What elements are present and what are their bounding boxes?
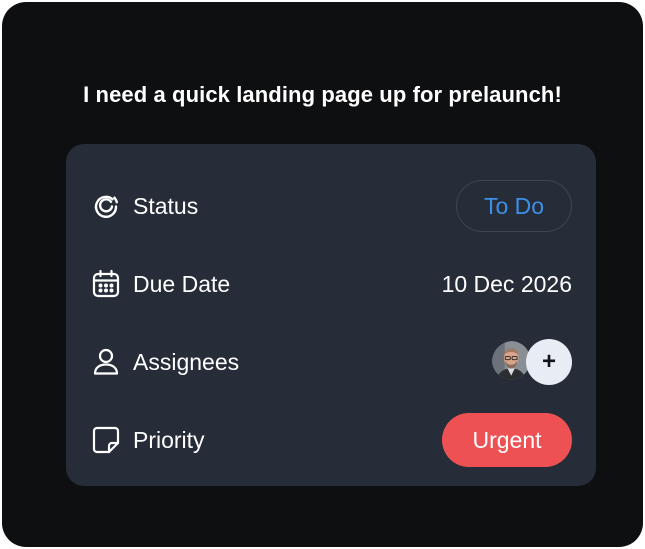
status-label: Status (133, 192, 199, 219)
priority-label: Priority (133, 426, 205, 453)
calendar-icon (89, 267, 123, 301)
due-date-value[interactable]: 10 Dec 2026 (442, 271, 572, 298)
add-assignee-button[interactable]: + (526, 339, 572, 385)
status-badge[interactable]: To Do (456, 180, 572, 232)
status-row: Status To Do (90, 178, 572, 234)
task-title: I need a quick landing page up for prela… (83, 82, 562, 107)
user-icon (89, 345, 123, 379)
due-date-row: Due Date 10 Dec 2026 (90, 256, 572, 312)
priority-badge[interactable]: Urgent (442, 413, 572, 467)
due-date-label: Due Date (133, 270, 231, 297)
due-date-label-group: Due Date (90, 267, 230, 301)
status-label-group: Status (90, 189, 198, 223)
assignees-label: Assignees (133, 348, 240, 375)
sticky-note-icon (89, 423, 123, 457)
status-icon (89, 189, 123, 223)
priority-row: Priority Urgent (90, 412, 572, 468)
assignees-row: Assignees + (90, 334, 572, 390)
assignees-label-group: Assignees (90, 345, 239, 379)
task-card: I need a quick landing page up for prela… (2, 2, 643, 547)
task-details-panel: Status To Do Due Date 10 Dec 2026 Assign… (66, 144, 596, 486)
priority-label-group: Priority (90, 423, 205, 457)
assignee-avatars: + (490, 339, 572, 385)
